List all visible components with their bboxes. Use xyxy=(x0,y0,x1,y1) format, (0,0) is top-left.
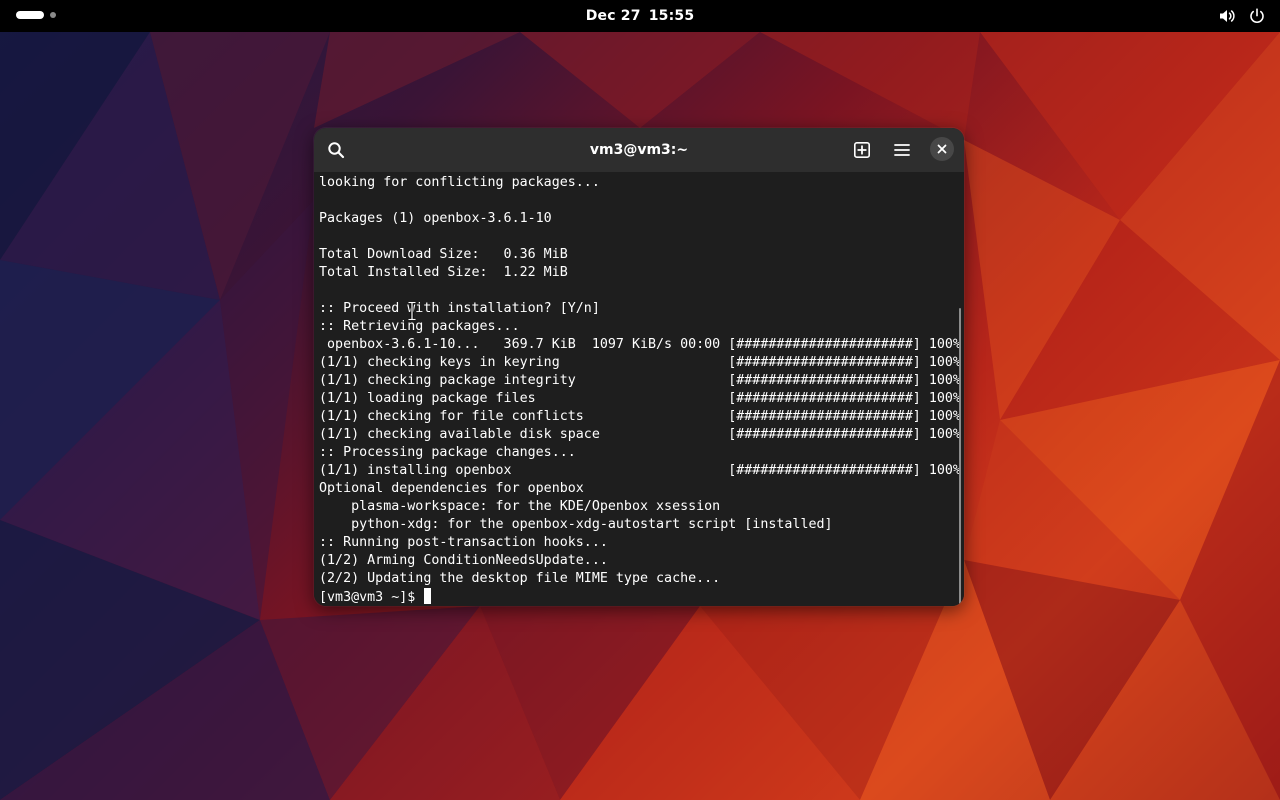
new-tab-button[interactable] xyxy=(848,136,876,164)
system-tray[interactable] xyxy=(1218,7,1266,25)
text-cursor xyxy=(424,588,432,604)
scrollbar[interactable] xyxy=(959,308,961,606)
workspace-indicator-active xyxy=(16,11,44,19)
terminal-line: :: Running post-transaction hooks... xyxy=(319,535,608,550)
hamburger-menu-icon xyxy=(894,144,910,156)
header-bar[interactable]: vm3@vm3:~ xyxy=(314,128,964,172)
terminal-line: (1/1) checking package integrity [######… xyxy=(319,373,961,388)
terminal-line: (1/1) installing openbox [##############… xyxy=(319,463,961,478)
clock-date: Dec 27 xyxy=(585,8,641,24)
close-icon xyxy=(937,144,947,154)
volume-icon[interactable] xyxy=(1218,7,1236,25)
terminal-line: Total Download Size: 0.36 MiB xyxy=(319,247,568,262)
desktop: Dec 27 15:55 vm3@vm3:~ looking for confl… xyxy=(0,0,1280,800)
clock-time: 15:55 xyxy=(648,8,695,24)
close-button[interactable] xyxy=(930,137,954,161)
main-menu-button[interactable] xyxy=(888,136,916,164)
terminal-line: :: Processing package changes... xyxy=(319,445,576,460)
terminal-window[interactable]: vm3@vm3:~ looking for conflicting packag… xyxy=(314,128,964,606)
terminal-output[interactable]: looking for conflicting packages... Pack… xyxy=(314,172,964,606)
terminal-line: Total Installed Size: 1.22 MiB xyxy=(319,265,568,280)
terminal-lines: looking for conflicting packages... Pack… xyxy=(319,174,961,606)
workspace-indicator xyxy=(50,12,56,18)
terminal-line: (1/2) Arming ConditionNeedsUpdate... xyxy=(319,553,608,568)
terminal-line: openbox-3.6.1-10... 369.7 KiB 1097 KiB/s… xyxy=(319,337,961,352)
terminal-line: (1/1) checking keys in keyring [########… xyxy=(319,355,961,370)
terminal-line: plasma-workspace: for the KDE/Openbox xs… xyxy=(319,499,721,514)
search-icon xyxy=(328,142,345,159)
shell-prompt: [vm3@vm3 ~]$ xyxy=(319,590,424,605)
terminal-line: python-xdg: for the openbox-xdg-autostar… xyxy=(319,517,833,532)
new-tab-icon xyxy=(853,141,870,158)
terminal-line: (2/2) Updating the desktop file MIME typ… xyxy=(319,571,721,586)
terminal-line: looking for conflicting packages... xyxy=(319,175,600,190)
terminal-line: Packages (1) openbox-3.6.1-10 xyxy=(319,211,552,226)
terminal-line: (1/1) loading package files [###########… xyxy=(319,391,961,406)
activities-button[interactable] xyxy=(16,11,56,19)
terminal-prompt-line[interactable]: [vm3@vm3 ~]$ xyxy=(319,588,959,606)
window-title: vm3@vm3:~ xyxy=(589,142,689,158)
clock[interactable]: Dec 27 15:55 xyxy=(540,0,740,32)
power-icon[interactable] xyxy=(1248,7,1266,25)
terminal-line: Optional dependencies for openbox xyxy=(319,481,584,496)
terminal-line: (1/1) checking available disk space [###… xyxy=(319,427,961,442)
terminal-line: (1/1) checking for file conflicts [#####… xyxy=(319,409,961,424)
top-bar: Dec 27 15:55 xyxy=(0,0,1280,32)
search-button[interactable] xyxy=(322,136,350,164)
ibeam-cursor-icon xyxy=(408,301,416,321)
